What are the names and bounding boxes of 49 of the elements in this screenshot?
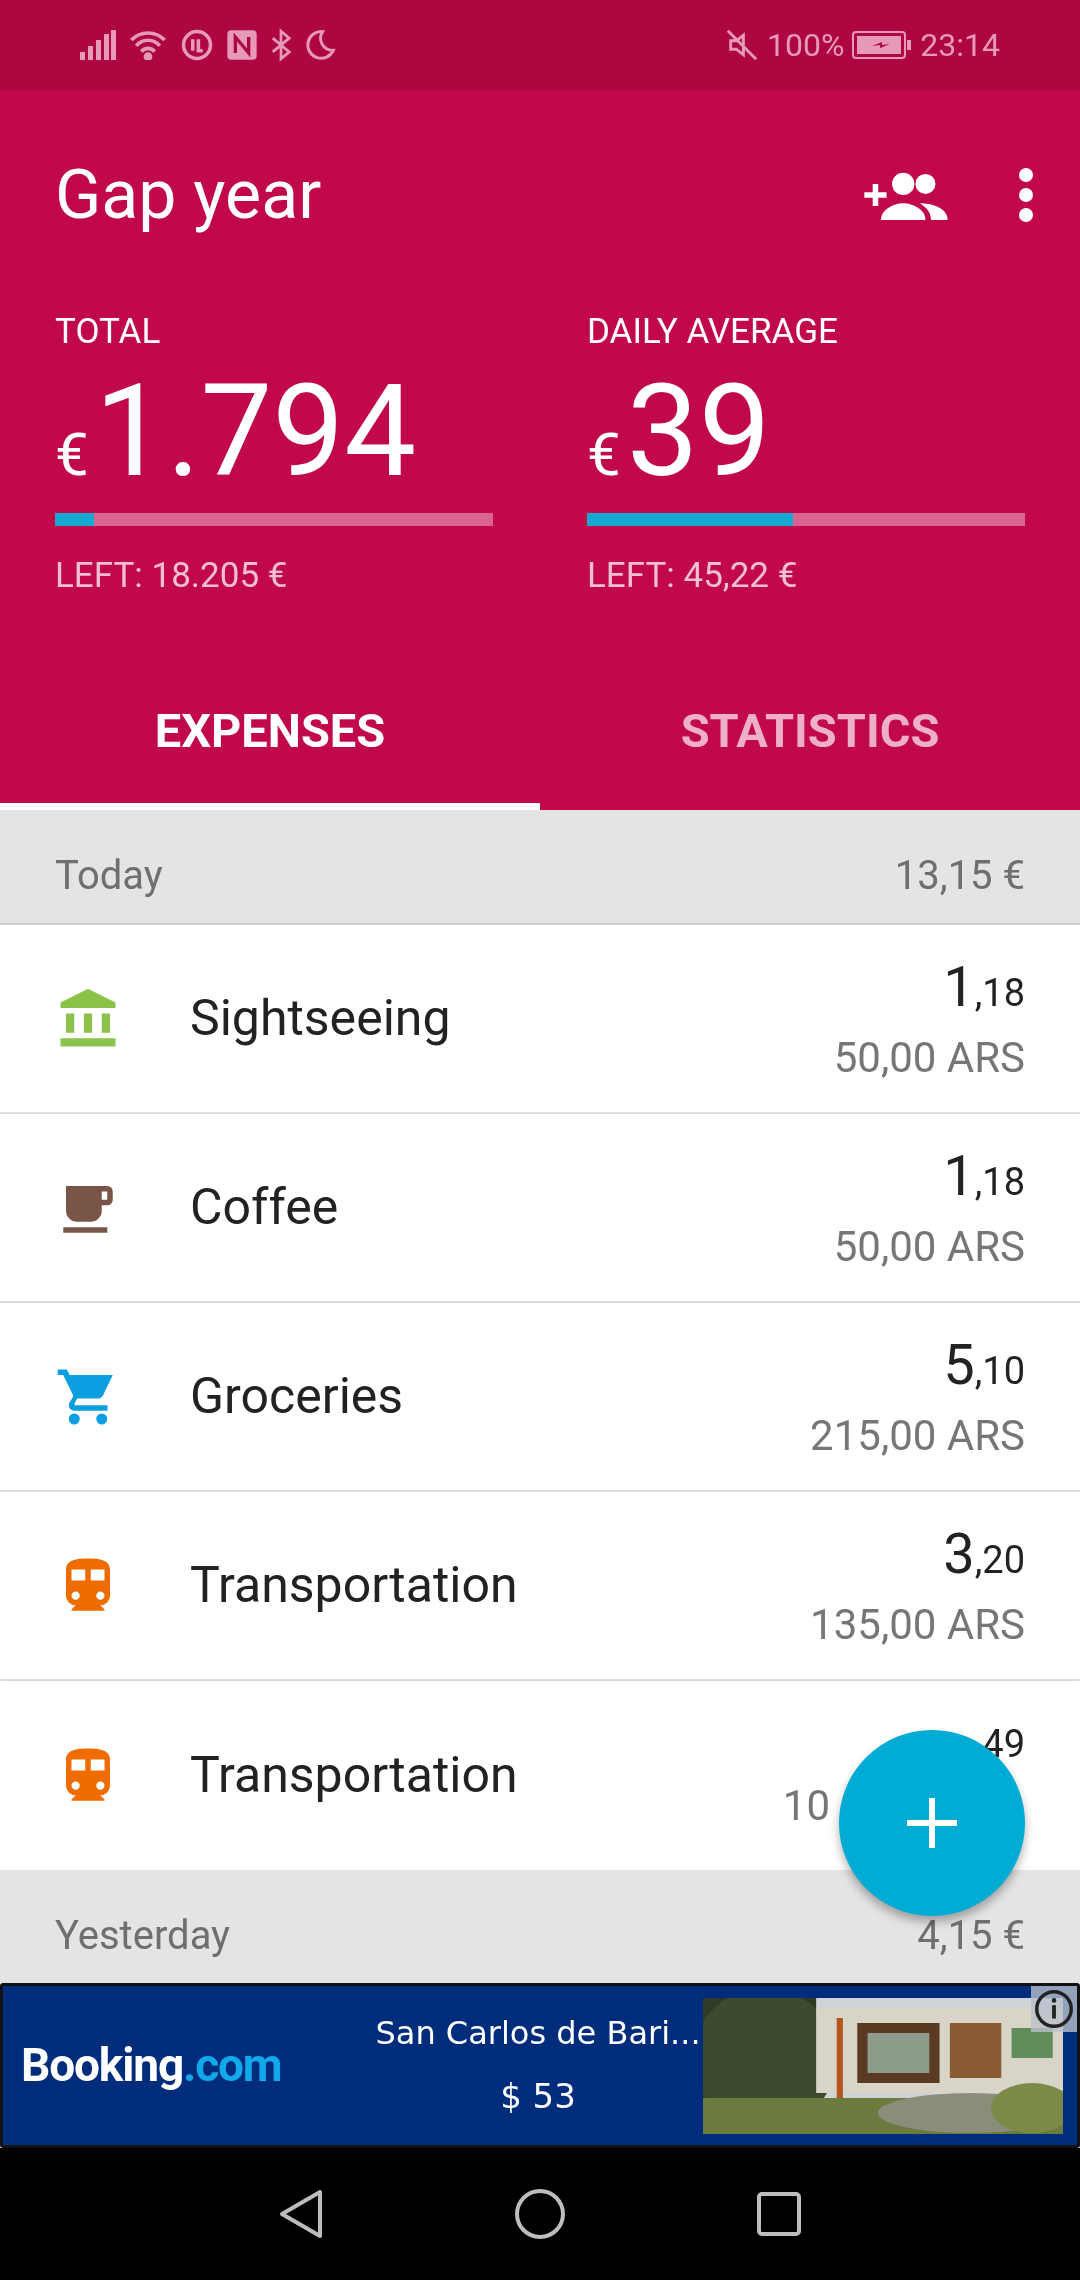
- recents-icon[interactable]: [756, 2191, 802, 2237]
- category-name: Groceries: [190, 1366, 405, 1427]
- category-name: Transportation: [190, 1745, 519, 1806]
- category-name: Sightseeing: [190, 988, 452, 1049]
- day-total: 13,15 €: [894, 850, 1025, 901]
- battery-icon: [852, 30, 913, 60]
- original-amount: 50,00 ARS: [833, 1225, 1025, 1268]
- summary-label: TOTAL: [55, 314, 162, 349]
- amount: 3,20: [943, 1525, 1025, 1582]
- amount: 49: [982, 1724, 1025, 1763]
- currency-symbol: €: [587, 418, 621, 492]
- battery-percent: 100%: [766, 25, 845, 66]
- day-title: Yesterday: [55, 1910, 231, 1961]
- category-name: Coffee: [190, 1177, 340, 1238]
- original-amount: 10: [782, 1784, 830, 1827]
- remaining-budget: LEFT: 45,22 €: [587, 554, 799, 598]
- amount: 1,18: [943, 1147, 1025, 1204]
- ad-banner[interactable]: Booking.com San Carlos de Bari... $ 53: [0, 1983, 1080, 2148]
- info-icon[interactable]: [1031, 1986, 1077, 2032]
- day-title: Today: [55, 850, 163, 901]
- category-name: Transportation: [190, 1555, 519, 1616]
- ad-logo: Booking.com: [21, 2037, 282, 2094]
- more-vertical-icon: [1016, 167, 1036, 223]
- summary-amount: 1.794: [94, 371, 417, 491]
- ad-price: $ 53: [500, 2075, 576, 2118]
- bluetooth-icon: [270, 28, 292, 62]
- original-amount: 135,00 ARS: [810, 1603, 1025, 1646]
- original-amount: 215,00 ARS: [810, 1414, 1025, 1457]
- summary-amount: 39: [626, 371, 771, 491]
- ad-title: San Carlos de Bari...: [375, 2013, 701, 2054]
- add-person-icon: [864, 170, 948, 220]
- clock: 23:14: [920, 25, 1000, 66]
- currency-symbol: €: [55, 418, 89, 492]
- day-total: 4,15 €: [917, 1910, 1025, 1961]
- data-saver-icon: [180, 28, 214, 62]
- trip-title: Gap year: [55, 154, 322, 237]
- summary-label: DAILY AVERAGE: [587, 314, 839, 349]
- back-icon[interactable]: [278, 2189, 324, 2239]
- plus-icon: [907, 1798, 957, 1848]
- amount: 1,18: [943, 958, 1025, 1015]
- moon-icon: [304, 29, 336, 61]
- muted-speaker-icon: [724, 28, 759, 62]
- original-amount: 50,00 ARS: [833, 1036, 1025, 1079]
- remaining-budget: LEFT: 18.205 €: [55, 554, 289, 598]
- signal-icon: [80, 30, 116, 60]
- home-icon[interactable]: [514, 2188, 566, 2240]
- wifi-icon: [128, 30, 168, 60]
- amount: 5,10: [943, 1336, 1025, 1393]
- nfc-icon: [226, 28, 258, 62]
